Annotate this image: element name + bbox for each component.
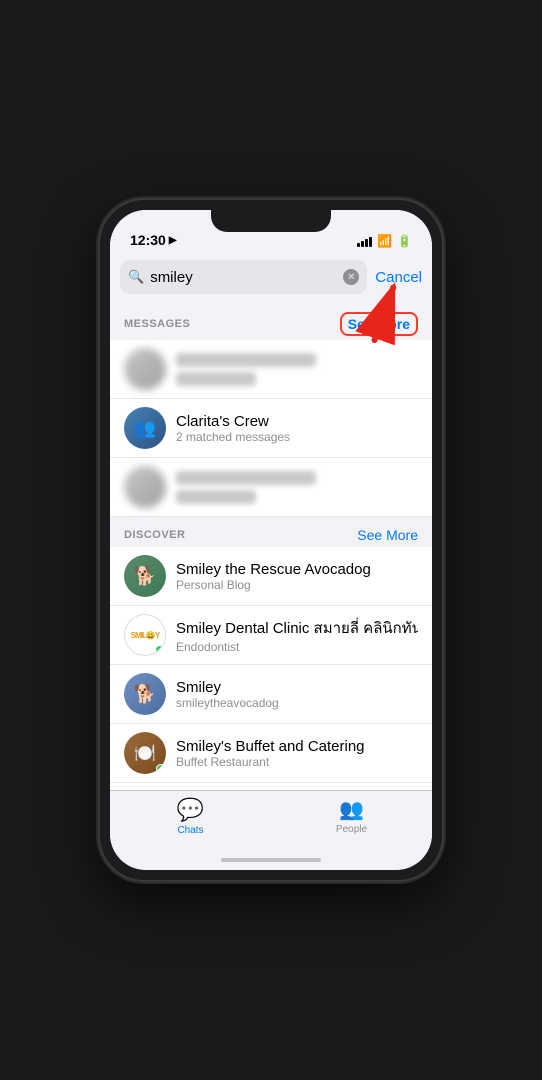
item-name: Smiley the Rescue Avocadog bbox=[176, 561, 418, 578]
signal-icon bbox=[357, 235, 372, 247]
search-clear-button[interactable]: ✕ bbox=[343, 269, 359, 285]
messages-see-more-button[interactable]: See More bbox=[340, 312, 418, 336]
item-name: Smiley's Buffet and Catering bbox=[176, 738, 418, 755]
blurred-sub bbox=[176, 372, 256, 386]
item-sub: 2 matched messages bbox=[176, 430, 418, 444]
tab-people[interactable]: 👥 People bbox=[271, 797, 432, 835]
tab-bar: 💬 Chats 👥 People bbox=[110, 790, 432, 850]
people-label: People bbox=[336, 824, 367, 835]
search-icon: 🔍 bbox=[128, 269, 144, 285]
list-item[interactable] bbox=[110, 340, 432, 399]
discover-see-more-button[interactable]: See More bbox=[357, 527, 418, 543]
list-item[interactable]: 👥 Clarita's Crew 2 matched messages bbox=[110, 399, 432, 458]
online-indicator bbox=[155, 645, 164, 654]
home-bar bbox=[221, 858, 321, 862]
list-item[interactable]: 🐕 Smiley smileytheavocadog bbox=[110, 665, 432, 724]
discover-section-title: DISCOVER bbox=[124, 529, 185, 541]
list-item[interactable]: SMIL😀Y Smiley Dental Clinic สมายลี่ คลิน… bbox=[110, 606, 432, 665]
blurred-sub bbox=[176, 490, 256, 504]
search-results: MESSAGES See More 👥 Clarita's Crew bbox=[110, 302, 432, 790]
home-indicator bbox=[110, 850, 432, 870]
item-sub: Buffet Restaurant bbox=[176, 755, 418, 769]
status-icons: 📶 🔋 bbox=[357, 234, 412, 248]
avatar: 🍽️ bbox=[124, 732, 166, 774]
messages-section-title: MESSAGES bbox=[124, 318, 190, 330]
discover-section-header: DISCOVER See More bbox=[110, 517, 432, 547]
search-bar[interactable]: 🔍 smiley ✕ bbox=[120, 260, 367, 294]
messages-section-header: MESSAGES See More bbox=[110, 302, 432, 340]
item-name: Smiley bbox=[176, 679, 418, 696]
search-query[interactable]: smiley bbox=[150, 269, 337, 286]
item-sub: smileytheavocadog bbox=[176, 696, 418, 710]
cancel-button[interactable]: Cancel bbox=[375, 269, 422, 286]
item-sub: Endodontist bbox=[176, 640, 418, 654]
chats-icon: 💬 bbox=[177, 797, 204, 823]
avatar: 🐕 bbox=[124, 555, 166, 597]
notch bbox=[211, 210, 331, 232]
list-item[interactable]: 🐕 Smiley the Rescue Avocadog Personal Bl… bbox=[110, 547, 432, 606]
online-indicator bbox=[156, 764, 165, 773]
phone-frame: 12:30 ▶ 📶 🔋 🔍 smiley ✕ Cancel bbox=[100, 200, 442, 880]
location-icon: ▶ bbox=[169, 235, 177, 246]
avatar: SMIL😀Y bbox=[124, 614, 166, 656]
avatar: 🐕 bbox=[124, 673, 166, 715]
blurred-name bbox=[176, 353, 316, 367]
chats-label: Chats bbox=[177, 825, 203, 836]
list-item[interactable] bbox=[110, 458, 432, 517]
avatar bbox=[124, 466, 166, 508]
phone-screen: 12:30 ▶ 📶 🔋 🔍 smiley ✕ Cancel bbox=[110, 210, 432, 870]
status-time: 12:30 ▶ bbox=[130, 232, 177, 248]
avatar: 👥 bbox=[124, 407, 166, 449]
search-area: 🔍 smiley ✕ Cancel bbox=[110, 254, 432, 302]
item-name: Smiley Dental Clinic สมายลี่ คลินิกทันตก… bbox=[176, 616, 418, 640]
blurred-name bbox=[176, 471, 316, 485]
item-sub: Personal Blog bbox=[176, 578, 418, 592]
list-item[interactable]: 🎨 Smileys Color Product/Service bbox=[110, 783, 432, 790]
people-icon: 👥 bbox=[339, 797, 364, 822]
avatar bbox=[124, 348, 166, 390]
item-name: Clarita's Crew bbox=[176, 413, 418, 430]
battery-icon: 🔋 bbox=[397, 234, 412, 248]
tab-chats[interactable]: 💬 Chats bbox=[110, 797, 271, 836]
list-item[interactable]: 🍽️ Smiley's Buffet and Catering Buffet R… bbox=[110, 724, 432, 783]
wifi-icon: 📶 bbox=[377, 234, 392, 248]
